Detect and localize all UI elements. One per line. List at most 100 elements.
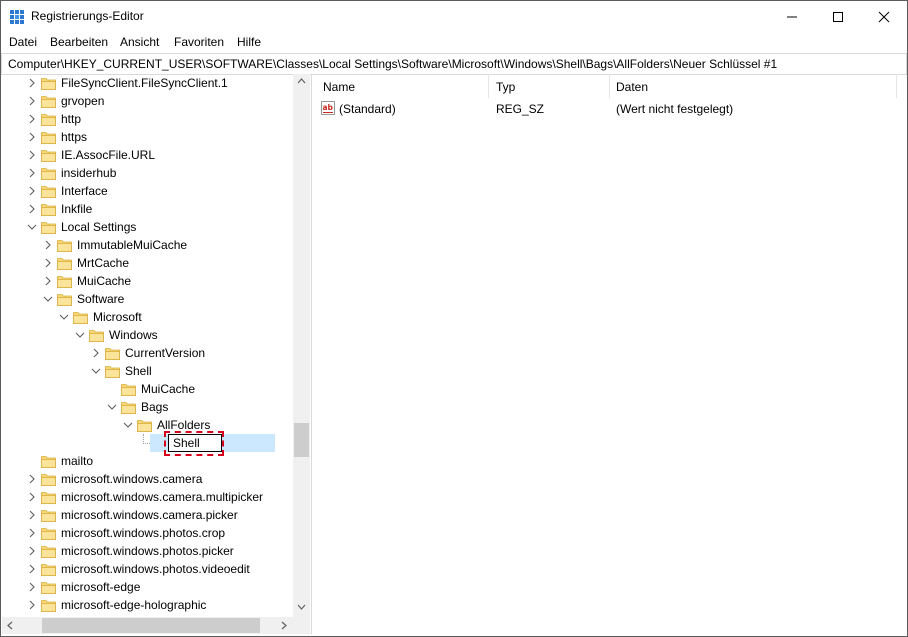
- tree-item[interactable]: Local Settings: [2, 218, 292, 236]
- chevron-down-icon[interactable]: [43, 294, 53, 304]
- address-bar[interactable]: Computer\HKEY_CURRENT_USER\SOFTWARE\Clas…: [1, 53, 907, 75]
- folder-icon: [73, 312, 88, 324]
- minimize-button[interactable]: [769, 1, 815, 32]
- tree-item[interactable]: http: [2, 110, 292, 128]
- folder-icon: [41, 474, 56, 486]
- tree-item[interactable]: Windows: [2, 326, 292, 344]
- tree-item-label: Bags: [141, 400, 169, 414]
- tree-item[interactable]: https: [2, 128, 292, 146]
- tree-item[interactable]: microsoft-edge-holographic: [2, 596, 292, 614]
- maximize-icon: [833, 11, 843, 22]
- close-button[interactable]: [861, 1, 907, 32]
- chevron-right-icon[interactable]: [43, 258, 53, 268]
- column-separator[interactable]: [896, 74, 897, 98]
- value-name[interactable]: (Standard): [339, 102, 396, 116]
- tree-item-label: MrtCache: [77, 256, 130, 270]
- tree-item[interactable]: microsoft.windows.camera.picker: [2, 506, 292, 524]
- chevron-right-icon[interactable]: [27, 168, 37, 178]
- maximize-button[interactable]: [815, 1, 861, 32]
- scroll-right-icon[interactable]: [281, 621, 287, 630]
- tree-item-label: microsoft.windows.camera.multipicker: [61, 490, 264, 504]
- menu-hilfe[interactable]: Hilfe: [237, 35, 261, 49]
- chevron-right-icon[interactable]: [43, 276, 53, 286]
- tree-item[interactable]: ImmutableMuiCache: [2, 236, 292, 254]
- chevron-right-icon[interactable]: [27, 474, 37, 484]
- folder-icon: [41, 510, 56, 522]
- address-path[interactable]: Computer\HKEY_CURRENT_USER\SOFTWARE\Clas…: [8, 57, 777, 71]
- menu-datei[interactable]: Datei: [9, 35, 37, 49]
- folder-icon: [89, 330, 104, 342]
- tree-item[interactable]: AllFolders: [2, 416, 292, 434]
- tree-item[interactable]: microsoft.windows.camera: [2, 470, 292, 488]
- tree-item-label: CurrentVersion: [125, 346, 206, 360]
- menu-favoriten[interactable]: Favoriten: [174, 35, 224, 49]
- column-separator[interactable]: [609, 74, 610, 98]
- chevron-down-icon[interactable]: [91, 366, 101, 376]
- tree-item[interactable]: Microsoft: [2, 308, 292, 326]
- chevron-right-icon[interactable]: [27, 510, 37, 520]
- tree-item[interactable]: microsoft-edge: [2, 578, 292, 596]
- chevron-down-icon[interactable]: [107, 402, 117, 412]
- chevron-right-icon[interactable]: [27, 492, 37, 502]
- folder-icon: [105, 348, 120, 360]
- folder-icon: [121, 402, 136, 414]
- tree-item-label: Shell: [125, 364, 152, 378]
- chevron-right-icon[interactable]: [27, 546, 37, 556]
- tree-item[interactable]: IE.AssocFile.URL: [2, 146, 292, 164]
- tree-item[interactable]: Bags: [2, 398, 292, 416]
- menu-bearbeiten[interactable]: Bearbeiten: [50, 35, 108, 49]
- chevron-right-icon[interactable]: [27, 150, 37, 160]
- tree-item[interactable]: microsoft.windows.photos.crop: [2, 524, 292, 542]
- tree-item-label: insiderhub: [61, 166, 117, 180]
- chevron-right-icon[interactable]: [27, 114, 37, 124]
- chevron-right-icon[interactable]: [91, 348, 101, 358]
- chevron-right-icon[interactable]: [43, 240, 53, 250]
- chevron-right-icon[interactable]: [27, 600, 37, 610]
- key-tree-pane[interactable]: FileSyncClient.FileSyncClient.1 grvopen ht…: [2, 74, 312, 634]
- chevron-down-icon[interactable]: [27, 222, 37, 232]
- tree-item-label: IE.AssocFile.URL: [61, 148, 156, 162]
- tree-item[interactable]: CurrentVersion: [2, 344, 292, 362]
- tree-item[interactable]: FileSyncClient.FileSyncClient.1: [2, 74, 292, 92]
- tree-item[interactable]: microsoft.windows.camera.multipicker: [2, 488, 292, 506]
- chevron-right-icon[interactable]: [27, 186, 37, 196]
- folder-icon: [41, 168, 56, 180]
- chevron-down-icon[interactable]: [123, 420, 133, 430]
- tree-item[interactable]: mailto: [2, 452, 292, 470]
- column-header-data[interactable]: Daten: [616, 80, 648, 104]
- values-list-pane[interactable]: Name Typ Daten ab (Standard) REG_SZ (Wer…: [316, 74, 907, 634]
- scroll-down-icon[interactable]: [297, 604, 306, 610]
- column-separator[interactable]: [488, 74, 489, 98]
- tree-horizontal-scrollbar[interactable]: [2, 617, 310, 634]
- chevron-right-icon[interactable]: [27, 204, 37, 214]
- tree-vertical-scroll-thumb[interactable]: [294, 423, 309, 457]
- chevron-right-icon[interactable]: [27, 582, 37, 592]
- tree-item[interactable]: insiderhub: [2, 164, 292, 182]
- scroll-left-icon[interactable]: [7, 621, 13, 630]
- scroll-up-icon[interactable]: [297, 78, 306, 84]
- tree-item[interactable]: microsoft.windows.photos.videoedit: [2, 560, 292, 578]
- tree-vertical-scrollbar[interactable]: [293, 74, 310, 617]
- tree-item[interactable]: Interface: [2, 182, 292, 200]
- tree-item[interactable]: MuiCache: [2, 380, 292, 398]
- tree-item[interactable]: Software: [2, 290, 292, 308]
- menu-ansicht[interactable]: Ansicht: [120, 35, 159, 49]
- chevron-right-icon[interactable]: [27, 78, 37, 88]
- chevron-right-icon[interactable]: [27, 132, 37, 142]
- tree-item[interactable]: Shell: [2, 362, 292, 380]
- tree-item[interactable]: MuiCache: [2, 272, 292, 290]
- column-header-type[interactable]: Typ: [496, 80, 515, 104]
- tree-item[interactable]: Inkfile: [2, 200, 292, 218]
- title-bar[interactable]: Registrierungs-Editor: [1, 1, 907, 32]
- chevron-right-icon[interactable]: [27, 564, 37, 574]
- tree-item[interactable]: grvopen: [2, 92, 292, 110]
- chevron-down-icon[interactable]: [59, 312, 69, 322]
- tree-item[interactable]: MrtCache: [2, 254, 292, 272]
- highlight-frame: [164, 431, 224, 456]
- chevron-right-icon[interactable]: [27, 528, 37, 538]
- tree-item[interactable]: microsoft.windows.photos.picker: [2, 542, 292, 560]
- chevron-right-icon[interactable]: [27, 96, 37, 106]
- chevron-down-icon[interactable]: [75, 330, 85, 340]
- tree-horizontal-scroll-thumb[interactable]: [42, 618, 260, 633]
- folder-icon: [41, 546, 56, 558]
